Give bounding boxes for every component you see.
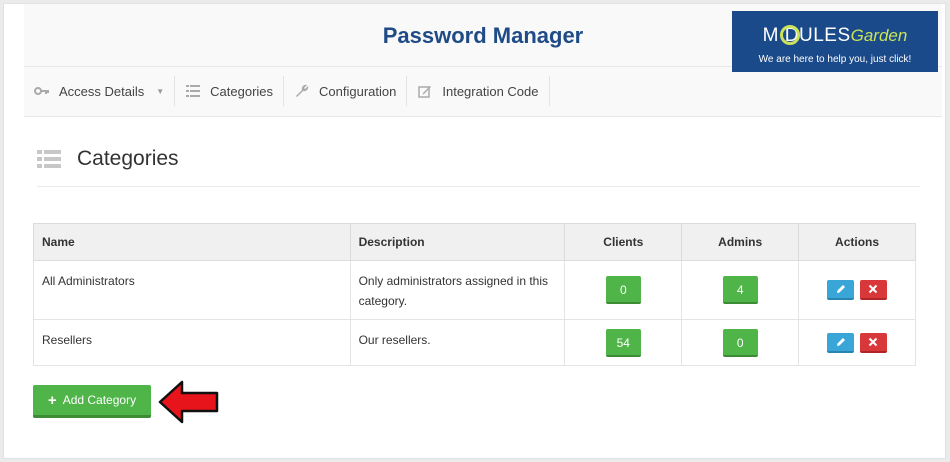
annotation-arrow-icon xyxy=(158,380,219,424)
nav-categories[interactable]: Categories xyxy=(175,76,285,106)
logo-tagline: We are here to help you, just click! xyxy=(758,54,912,65)
nav-configuration-label: Configuration xyxy=(319,83,397,99)
edit-icon xyxy=(417,83,433,99)
cell-name: All Administrators xyxy=(33,260,351,320)
cell-clients: 54 xyxy=(564,319,683,366)
close-icon xyxy=(869,337,878,346)
logo-text: M DULESGarden xyxy=(762,25,908,46)
clients-count-button[interactable]: 54 xyxy=(605,328,641,357)
list-icon xyxy=(185,83,201,99)
edit-button[interactable] xyxy=(827,280,855,300)
nav-categories-label: Categories xyxy=(210,83,274,99)
header-clients[interactable]: Clients xyxy=(564,223,683,261)
cell-clients: 0 xyxy=(564,260,683,320)
header-name[interactable]: Name xyxy=(33,223,351,261)
admins-count-button[interactable]: 4 xyxy=(722,276,758,304)
edit-button[interactable] xyxy=(827,332,855,353)
header-description[interactable]: Description xyxy=(349,223,566,261)
delete-button[interactable] xyxy=(859,280,887,300)
header-admins[interactable]: Admins xyxy=(681,223,800,261)
chevron-down-icon: ▼ xyxy=(156,86,165,96)
wrench-icon xyxy=(294,83,310,99)
clients-count-button[interactable]: 0 xyxy=(605,276,641,304)
cell-description: Our resellers. xyxy=(349,319,566,366)
nav-integration-code[interactable]: Integration Code xyxy=(407,76,550,106)
nav-configuration[interactable]: Configuration xyxy=(284,76,408,106)
cell-admins: 0 xyxy=(681,319,800,366)
admins-count-button[interactable]: 0 xyxy=(722,328,758,357)
key-icon xyxy=(34,83,50,99)
nav-integration-code-label: Integration Code xyxy=(442,83,539,99)
section-heading: Categories xyxy=(37,147,179,171)
header-actions: Actions xyxy=(798,223,916,261)
cell-admins: 4 xyxy=(681,260,800,320)
nav-access-details-label: Access Details xyxy=(59,83,145,99)
delete-button[interactable] xyxy=(859,332,887,353)
logo-ring-icon xyxy=(780,25,800,45)
table-row: All Administrators Only administrators a… xyxy=(33,260,916,320)
table-header-row: Name Description Clients Admins Actions xyxy=(33,223,916,261)
list-icon xyxy=(37,150,61,168)
categories-table: Name Description Clients Admins Actions … xyxy=(33,223,916,366)
section-title: Categories xyxy=(77,147,179,170)
main-nav: Access Details ▼ Categories Configuratio… xyxy=(24,76,550,106)
table-row: Resellers Our resellers. 54 0 xyxy=(33,319,916,366)
add-category-label: Add Category xyxy=(62,393,137,407)
close-icon xyxy=(869,284,878,294)
cell-description: Only administrators assigned in this cat… xyxy=(349,260,566,320)
pencil-icon xyxy=(836,337,845,346)
pencil-icon xyxy=(836,285,845,293)
cell-actions xyxy=(798,319,916,366)
add-category-button[interactable]: + Add Category xyxy=(33,385,151,418)
modulesgarden-logo[interactable]: M DULESGarden We are here to help you, j… xyxy=(732,11,938,72)
plus-icon: + xyxy=(47,391,57,409)
section-divider xyxy=(37,186,920,187)
cell-actions xyxy=(798,260,916,320)
nav-access-details[interactable]: Access Details ▼ xyxy=(24,76,176,106)
cell-name: Resellers xyxy=(33,319,351,366)
